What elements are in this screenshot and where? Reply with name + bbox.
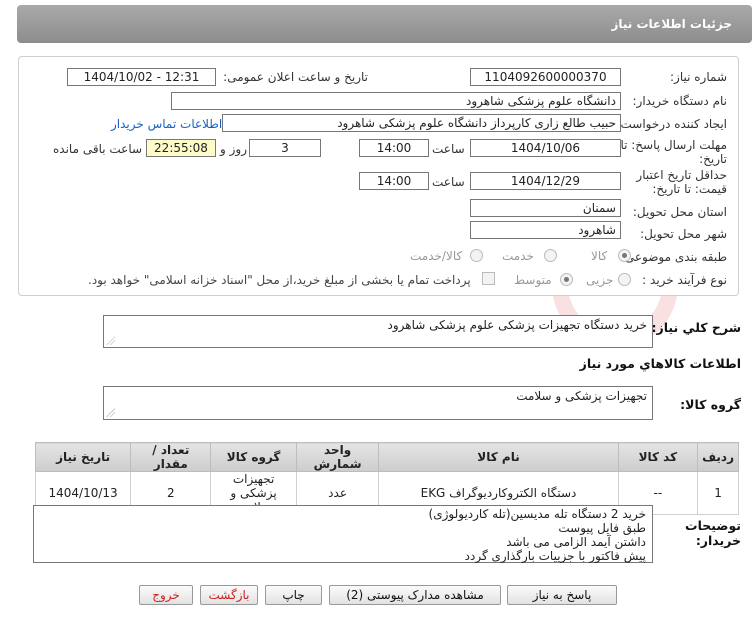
notes-line: طبق فایل پیوست <box>558 521 646 535</box>
col-qty: تعداد / مقدار <box>130 442 212 472</box>
validity-date-field: 1404/12/29 <box>470 172 621 190</box>
category-goods-radio[interactable] <box>618 249 631 262</box>
col-code: کد کالا <box>617 442 699 472</box>
category-service-label: خدمت <box>502 249 534 263</box>
exit-button[interactable]: خروج <box>139 585 193 605</box>
process-minor-label: جزیی <box>586 273 614 287</box>
process-type-label: نوع فرآیند خرید : <box>642 273 727 287</box>
resize-grip-icon[interactable] <box>106 408 115 417</box>
process-minor-radio[interactable] <box>618 273 631 286</box>
buyer-contact-link[interactable]: اطلاعات تماس خریدار <box>111 117 222 131</box>
remaining-time-field: 22:55:08 <box>146 139 216 157</box>
goods-section-title: اطلاعات کالاهاي مورد نياز <box>579 356 741 371</box>
category-both-label: کالا/خدمت <box>410 249 463 263</box>
city-field: شاهرود <box>470 221 621 239</box>
resize-grip-icon[interactable] <box>106 336 115 345</box>
col-date: تاریخ نیاز <box>34 442 132 472</box>
col-name: نام کالا <box>378 442 619 472</box>
buyer-org-label: نام دستگاه خریدار: <box>632 94 728 108</box>
notes-line: پیش فاکتور با جزییات بارگذاری گردد <box>464 549 646 563</box>
category-service-radio[interactable] <box>544 249 557 262</box>
days-label: روز و <box>220 142 247 156</box>
treasury-payment-note: پرداخت تمام یا بخشی از مبلغ خرید،از محل … <box>88 273 471 287</box>
goods-group-label: گروه کالا: <box>680 397 741 412</box>
view-attachments-button[interactable]: مشاهده مدارک پیوستی (2) <box>329 585 501 605</box>
goods-group-textarea: تجهیزات پزشکی و سلامت <box>103 386 653 420</box>
reply-deadline-label: مهلت ارسال پاسخ: تا تاریخ: <box>620 138 727 166</box>
print-button[interactable]: چاپ <box>265 585 322 605</box>
buyer-notes-textarea: خرید 2 دستگاه تله مدیسین(تله کاردیولوژی)… <box>33 505 653 563</box>
validity-deadline-label: حداقل تاریخ اعتبار قیمت: تا تاریخ: <box>636 168 727 196</box>
back-button[interactable]: بازگشت <box>200 585 258 605</box>
category-both-radio[interactable] <box>470 249 483 262</box>
col-group: گروه کالا <box>210 442 297 472</box>
notes-line: خرید 2 دستگاه تله مدیسین(تله کاردیولوژی) <box>428 507 646 521</box>
reply-time-label: ساعت <box>432 142 465 156</box>
buyer-org-field: دانشگاه علوم پزشکی شاهرود <box>171 92 621 110</box>
creator-field: حبیب طالع زاری کارپرداز دانشگاه علوم پزش… <box>222 114 621 132</box>
announce-date-field: 1404/10/02 - 12:31 <box>67 68 216 86</box>
treasury-payment-checkbox[interactable] <box>482 272 495 285</box>
reply-date-field: 1404/10/06 <box>470 139 621 157</box>
need-number-label: شماره نیاز: <box>670 70 727 84</box>
remaining-time-label: ساعت باقی مانده <box>53 142 143 156</box>
reply-button[interactable]: پاسخ به نیاز <box>507 585 617 605</box>
province-field: سمنان <box>470 199 621 217</box>
category-label: طبقه بندی موضوعی: <box>620 250 727 264</box>
buyer-notes-label: توضیحات خریدار: <box>685 518 741 548</box>
province-label: استان محل تحویل: <box>632 205 727 219</box>
announce-date-label: تاریخ و ساعت اعلان عمومی: <box>223 70 368 84</box>
creator-label: ایجاد کننده درخواست: <box>616 117 727 131</box>
process-medium-radio[interactable] <box>560 273 573 286</box>
days-remaining-field: 3 <box>249 139 321 157</box>
page-title: جزئیات اطلاعات نیاز <box>17 5 752 43</box>
goods-group-text: تجهیزات پزشکی و سلامت <box>516 389 647 403</box>
process-medium-label: متوسط <box>514 273 552 287</box>
notes-line: داشتن آیمد الزامی می باشد <box>506 535 646 549</box>
table-header-row: ردیف کد کالا نام کالا واحد شمارش گروه کا… <box>34 442 739 472</box>
reply-time-field: 14:00 <box>359 139 429 157</box>
validity-time-field: 14:00 <box>359 172 429 190</box>
need-number-field: 1104092600000370 <box>470 68 621 86</box>
validity-time-label: ساعت <box>432 175 465 189</box>
city-label: شهر محل تحویل: <box>640 227 727 241</box>
summary-textarea: خرید دستگاه تجهیزات پزشکی علوم پزشکی شاه… <box>103 315 653 348</box>
category-goods-label: کالا <box>591 249 608 263</box>
summary-label: شرح کلي نياز: <box>651 320 741 335</box>
col-unit: واحد شمارش <box>295 442 380 472</box>
cell-row: 1 <box>697 471 739 515</box>
summary-text: خرید دستگاه تجهیزات پزشکی علوم پزشکی شاه… <box>387 318 648 332</box>
col-row: ردیف <box>697 442 739 472</box>
